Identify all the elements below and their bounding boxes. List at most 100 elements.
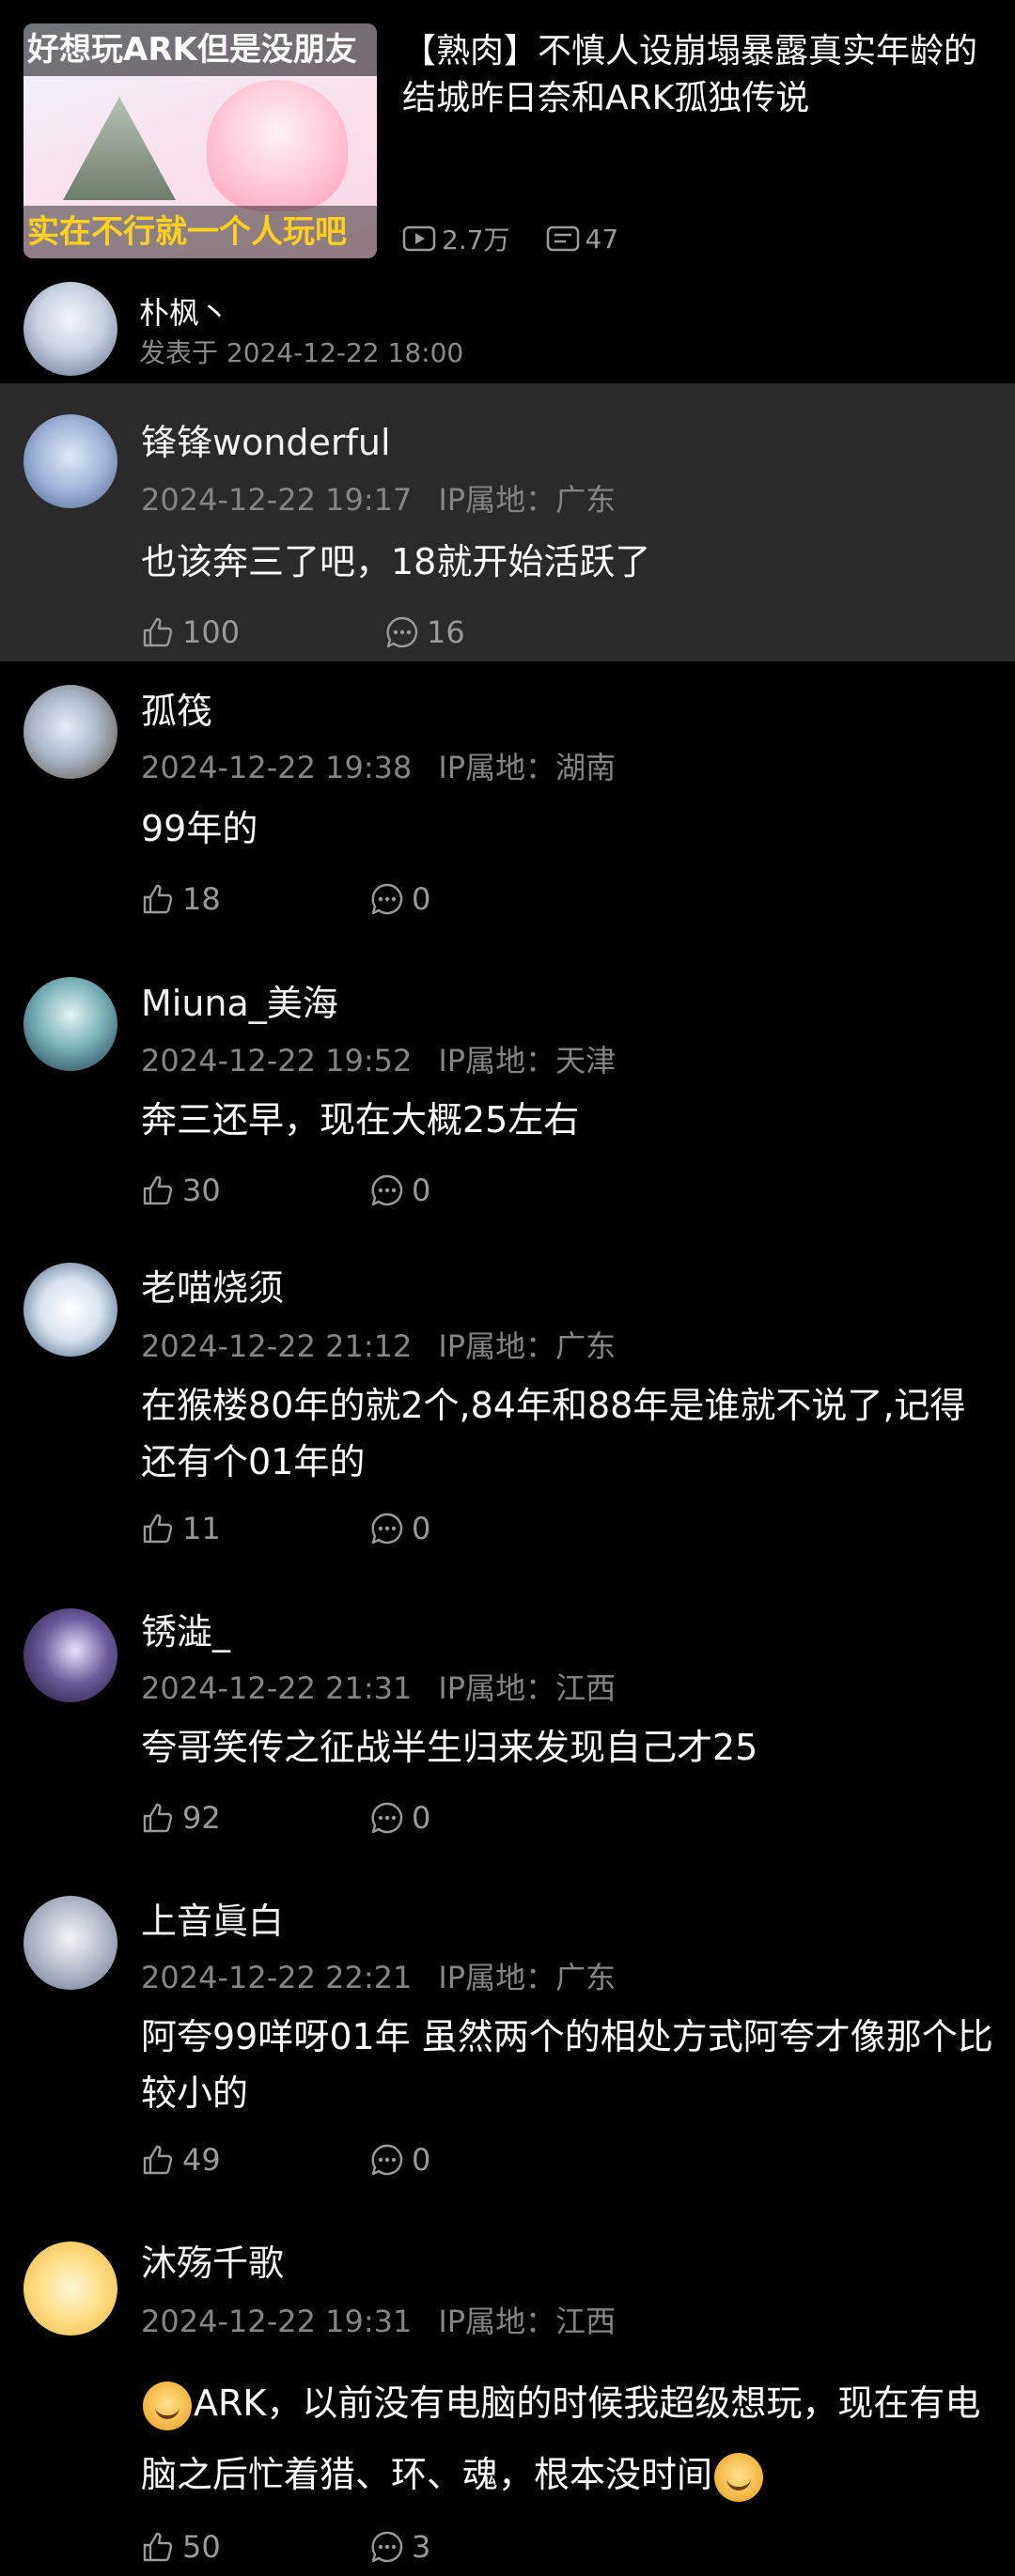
danmaku-icon bbox=[546, 225, 579, 252]
video-stats: 2.7万 47 bbox=[402, 220, 654, 257]
thumbs-up-icon bbox=[143, 1803, 173, 1833]
avatar[interactable] bbox=[23, 977, 117, 1071]
comment-bubble-icon bbox=[371, 883, 403, 915]
like-button[interactable]: 92 bbox=[141, 1800, 370, 1836]
like-count: 50 bbox=[182, 2529, 221, 2565]
reply-button[interactable]: 16 bbox=[385, 614, 465, 650]
comment-username[interactable]: 锋锋wonderful bbox=[141, 413, 391, 465]
original-post[interactable]: 朴枫丶 发表于 2024-12-22 18:00 bbox=[0, 272, 1015, 383]
like-count: 11 bbox=[182, 1511, 221, 1546]
comment-item[interactable]: 锋锋wonderful 2024-12-22 19:17 IP属地：广东 也该奔三… bbox=[0, 383, 1015, 661]
ark-logo-art bbox=[63, 97, 176, 200]
thumbs-up-icon bbox=[143, 2532, 173, 2562]
comment-item[interactable]: 锈澁_ 2024-12-22 21:31 IP属地：江西 夸哥笑传之征战半生归来发… bbox=[0, 1580, 1015, 1873]
comment-meta: 2024-12-22 19:17 IP属地：广东 bbox=[141, 476, 616, 520]
video-thumbnail[interactable]: 好想玩ARK但是没朋友 实在不行就一个人玩吧 bbox=[23, 23, 377, 258]
comment-meta: 2024-12-22 19:31 IP属地：江西 bbox=[141, 2298, 616, 2341]
comment-meta: 2024-12-22 22:21 IP属地：广东 bbox=[141, 1954, 616, 1997]
like-button[interactable]: 11 bbox=[141, 1511, 370, 1546]
comment-text: 99年的 bbox=[141, 808, 258, 849]
avatar[interactable] bbox=[23, 1608, 117, 1702]
avatar[interactable] bbox=[23, 2242, 117, 2335]
like-button[interactable]: 30 bbox=[141, 1172, 370, 1208]
comment-bubble-icon bbox=[371, 2144, 403, 2176]
ip-location: 江西 bbox=[555, 1670, 617, 1706]
reply-button[interactable]: 0 bbox=[370, 1172, 430, 1208]
comment-bubble-icon bbox=[386, 616, 418, 648]
comment-username[interactable]: 孤筏 bbox=[141, 682, 212, 734]
comment-item[interactable]: 老喵烧须 2024-12-22 21:12 IP属地：广东 在猴楼80年的就2个,… bbox=[0, 1242, 1015, 1580]
ip-label: IP属地： bbox=[438, 482, 556, 518]
danmaku-count: 47 bbox=[546, 223, 619, 255]
video-title[interactable]: 【熟肉】不慎人设崩塌暴露真实年龄的结城昨日奈和ARK孤独传说 bbox=[402, 28, 994, 122]
comment-date: 2024-12-22 19:52 bbox=[141, 1043, 413, 1079]
comment-actions: 50 3 bbox=[141, 2523, 430, 2570]
ip-location: 广东 bbox=[555, 1960, 617, 1995]
comment-actions: 92 0 bbox=[141, 1794, 430, 1841]
comment-item[interactable]: 孤筏 2024-12-22 19:38 IP属地：湖南 99年的 18 0 bbox=[0, 661, 1015, 951]
comment-username[interactable]: 沐殇千歌 bbox=[141, 2234, 284, 2286]
comment-date: 2024-12-22 21:31 bbox=[141, 1670, 413, 1706]
thumbs-up-icon bbox=[143, 1513, 173, 1544]
comment-date: 2024-12-22 19:31 bbox=[141, 2304, 413, 2339]
reply-button[interactable]: 0 bbox=[370, 881, 430, 917]
post-time: 发表于 2024-12-22 18:00 bbox=[139, 337, 464, 368]
like-button[interactable]: 100 bbox=[141, 614, 385, 650]
like-button[interactable]: 18 bbox=[141, 881, 370, 917]
anime-character-art bbox=[207, 80, 348, 211]
reply-count: 16 bbox=[427, 614, 465, 650]
comment-actions: 11 0 bbox=[141, 1505, 430, 1552]
comment-text: ARK，以前没有电脑的时候我超级想玩，现在有电脑之后忙着猎、环、魂，根本没时间 bbox=[141, 2367, 996, 2510]
comment-username[interactable]: 老喵烧须 bbox=[141, 1259, 284, 1311]
avatar[interactable] bbox=[23, 282, 117, 376]
doge-emoji-icon bbox=[714, 2452, 764, 2502]
thumbs-up-icon bbox=[143, 1175, 173, 1205]
like-count: 49 bbox=[182, 2142, 221, 2178]
comment-item[interactable]: 沐殇千歌 2024-12-22 19:31 IP属地：江西 ARK，以前没有电脑的… bbox=[0, 2213, 1015, 2576]
comment-date: 2024-12-22 19:17 bbox=[141, 482, 413, 518]
play-count-icon bbox=[402, 225, 436, 252]
reply-count: 0 bbox=[412, 1800, 431, 1836]
reply-count: 0 bbox=[412, 2142, 431, 2178]
thumbs-up-icon bbox=[143, 617, 173, 647]
doge-emoji-icon bbox=[143, 2381, 192, 2430]
reply-button[interactable]: 0 bbox=[370, 1800, 430, 1836]
view-count-value: 2.7万 bbox=[442, 225, 510, 256]
avatar[interactable] bbox=[23, 1263, 117, 1357]
comment-item[interactable]: Miuna_美海 2024-12-22 19:52 IP属地：天津 奔三还早，现在… bbox=[0, 951, 1015, 1242]
post-author[interactable]: 朴枫丶 bbox=[139, 289, 229, 333]
comment-text-content: ARK，以前没有电脑的时候我超级想玩，现在有电脑之后忙着猎、环、魂，根本没时间 bbox=[141, 2382, 981, 2495]
comment-text: 阿夸99咩呀01年 虽然两个的相处方式阿夸才像那个比较小的 bbox=[141, 2016, 993, 2114]
reply-button[interactable]: 0 bbox=[370, 1511, 430, 1546]
ip-label: IP属地： bbox=[438, 2304, 556, 2339]
ip-label: IP属地： bbox=[438, 1960, 556, 1995]
comment-username[interactable]: 锈澁_ bbox=[141, 1603, 230, 1654]
avatar[interactable] bbox=[23, 1896, 117, 1990]
comment-actions: 30 0 bbox=[141, 1167, 430, 1214]
avatar[interactable] bbox=[23, 414, 117, 508]
thumbs-up-icon bbox=[143, 2145, 173, 2175]
comment-meta: 2024-12-22 21:12 IP属地：广东 bbox=[141, 1323, 616, 1366]
reply-button[interactable]: 0 bbox=[370, 2142, 430, 2178]
comment-bubble-icon bbox=[371, 1174, 403, 1206]
avatar[interactable] bbox=[23, 685, 117, 779]
ip-location: 广东 bbox=[555, 1328, 617, 1364]
comment-date: 2024-12-22 22:21 bbox=[141, 1960, 413, 1995]
comment-item[interactable]: 上音眞白 2024-12-22 22:21 IP属地：广东 阿夸99咩呀01年 虽… bbox=[0, 1873, 1015, 2213]
ip-label: IP属地： bbox=[438, 1670, 556, 1706]
comment-text: 也该奔三了吧，18就开始活跃了 bbox=[141, 541, 651, 582]
danmaku-count-value: 47 bbox=[585, 223, 619, 255]
like-button[interactable]: 50 bbox=[141, 2529, 370, 2565]
comment-date: 2024-12-22 19:38 bbox=[141, 750, 413, 785]
comment-text: 奔三还早，现在大概25左右 bbox=[141, 1099, 580, 1141]
thumbnail-bottom-caption: 实在不行就一个人玩吧 bbox=[23, 206, 377, 258]
comment-bubble-icon bbox=[371, 1513, 403, 1544]
reply-count: 0 bbox=[412, 881, 431, 917]
reply-button[interactable]: 3 bbox=[370, 2529, 430, 2565]
reply-count: 0 bbox=[412, 1511, 431, 1546]
thumbs-up-icon bbox=[143, 884, 173, 914]
like-button[interactable]: 49 bbox=[141, 2142, 370, 2178]
comment-username[interactable]: 上音眞白 bbox=[141, 1892, 284, 1944]
comment-username[interactable]: Miuna_美海 bbox=[141, 974, 338, 1026]
video-card[interactable]: 好想玩ARK但是没朋友 实在不行就一个人玩吧 【熟肉】不慎人设崩塌暴露真实年龄的… bbox=[0, 0, 1015, 272]
